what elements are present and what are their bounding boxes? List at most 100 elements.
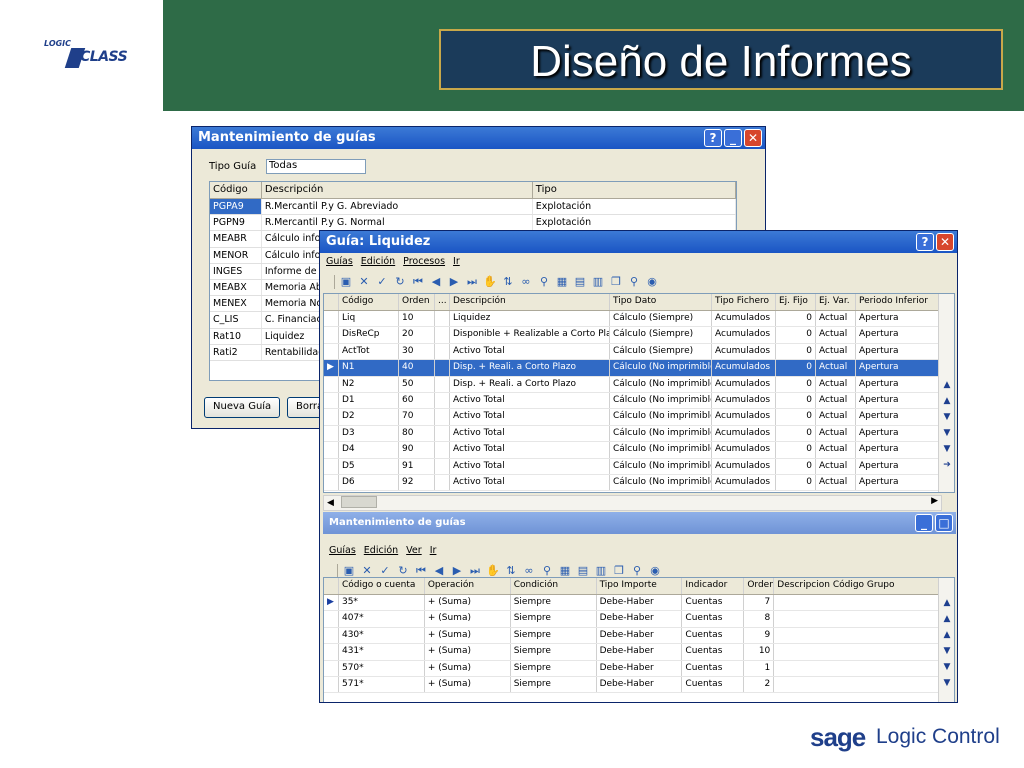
column-header[interactable]: Código o cuenta	[339, 578, 425, 594]
next-icon[interactable]: ▶	[450, 564, 464, 578]
filter-icon[interactable]: ⚲	[540, 564, 554, 578]
menu-item[interactable]: Guías	[329, 545, 356, 557]
menu-item[interactable]: Ir	[430, 545, 437, 557]
menu-item[interactable]: Edición	[361, 256, 395, 268]
table-row[interactable]: DisReCp 20 Disponible + Realizable a Corto…	[324, 327, 954, 344]
check-icon[interactable]: ✓	[378, 564, 392, 578]
zoom-icon[interactable]: ◉	[648, 564, 662, 578]
column-header[interactable]: Ej. Fijo	[776, 294, 816, 310]
export-icon[interactable]: ▥	[594, 564, 608, 578]
copy-icon[interactable]: ❐	[612, 564, 626, 578]
table-row[interactable]: 430* + (Suma) Siempre Debe-Haber Cuentas 9	[324, 627, 954, 645]
table-row[interactable]: D5 91 Activo Total Cálculo (No imprimible) A…	[324, 458, 954, 475]
delete-icon[interactable]: ✕	[360, 564, 374, 578]
refresh-icon[interactable]: ↻	[393, 275, 407, 289]
prev-icon[interactable]: ◀	[432, 564, 446, 578]
table-row[interactable]: ▶ N1 40 Disp. + Reali. a Corto Plazo Cálculo…	[324, 360, 954, 377]
column-header[interactable]: Periodo Inferior	[856, 294, 948, 310]
last-icon[interactable]: ⏭	[465, 275, 479, 289]
table-cell: Debe-Haber	[597, 676, 683, 693]
search-icon[interactable]: ⚲	[630, 564, 644, 578]
table-row[interactable]: 570* + (Suma) Siempre Debe-Haber Cuentas 1	[324, 660, 954, 677]
table-row[interactable]: D4 90 Activo Total Cálculo (No imprimible) A…	[324, 442, 954, 459]
column-header[interactable]: Orden	[744, 578, 775, 594]
column-header[interactable]: Descripcion Código Grupo	[774, 578, 954, 594]
hand-icon[interactable]: ✋	[486, 564, 500, 578]
grid-icon[interactable]: ▦	[555, 275, 569, 289]
menu-item[interactable]: Procesos	[403, 256, 445, 268]
link-icon[interactable]: ∞	[522, 564, 536, 578]
table-row[interactable]: N2 50 Disp. + Reali. a Corto Plazo Cálculo …	[324, 376, 954, 393]
sort-icon[interactable]: ⇅	[504, 564, 518, 578]
column-header[interactable]: Código	[210, 182, 262, 198]
save-icon[interactable]: ▣	[342, 564, 356, 578]
close-button[interactable]: ✕	[744, 129, 762, 147]
column-header[interactable]: Descripción	[450, 294, 610, 310]
column-header[interactable]: Tipo Fichero	[712, 294, 776, 310]
maximize-button[interactable]: □	[935, 514, 953, 532]
menu-item[interactable]: Edición	[364, 545, 398, 557]
zoom-icon[interactable]: ◉	[645, 275, 659, 289]
table-row[interactable]: Liq 10 Liquidez Cálculo (Siempre) Acumulados…	[324, 311, 954, 328]
table-cell: Apertura	[856, 474, 948, 491]
minimize-button[interactable]: _	[724, 129, 742, 147]
last-icon[interactable]: ⏭	[468, 564, 482, 578]
vertical-scrollbar[interactable]: ▲ ▲ ▲ ▼ ▼ ▼	[938, 578, 954, 702]
column-header[interactable]: ...	[435, 294, 450, 310]
export-icon[interactable]: ▥	[591, 275, 605, 289]
table-row[interactable]: 431* + (Suma) Siempre Debe-Haber Cuentas 10	[324, 644, 954, 661]
next-icon[interactable]: ▶	[447, 275, 461, 289]
link-icon[interactable]: ∞	[519, 275, 533, 289]
help-button[interactable]: ?	[916, 233, 934, 251]
column-header[interactable]: Tipo Importe	[597, 578, 683, 594]
new-guide-button[interactable]: Nueva Guía	[204, 397, 281, 418]
table-row[interactable]: 571* + (Suma) Siempre Debe-Haber Cuentas 2	[324, 676, 954, 694]
table-row[interactable]: PGPN9 R.Mercantil P.y G. Normal Explotació…	[210, 215, 736, 232]
check-icon[interactable]: ✓	[375, 275, 389, 289]
table-cell: Actual	[816, 409, 856, 425]
table-row[interactable]: D2 70 Activo Total Cálculo (No imprimible) A…	[324, 409, 954, 426]
vertical-scrollbar[interactable]: ▲ ▲ ▼ ▼ ▼ ➔	[938, 294, 954, 492]
table-row[interactable]: 407* + (Suma) Siempre Debe-Haber Cuentas 8	[324, 611, 954, 628]
table-row[interactable]: ▶ 35* + (Suma) Siempre Debe-Haber Cuentas 7	[324, 595, 954, 612]
copy-icon[interactable]: ❐	[609, 275, 623, 289]
column-header[interactable]: Tipo	[533, 182, 736, 198]
print-icon[interactable]: ▤	[576, 564, 590, 578]
column-header[interactable]: Código	[339, 294, 399, 310]
hand-icon[interactable]: ✋	[483, 275, 497, 289]
menu-item[interactable]: Ir	[453, 256, 460, 268]
table-cell: Cuentas	[682, 627, 745, 644]
table-cell: D2	[339, 409, 399, 425]
table-row[interactable]: D6 92 Activo Total Cálculo (No imprimible) A…	[324, 474, 954, 492]
refresh-icon[interactable]: ↻	[396, 564, 410, 578]
close-button[interactable]: ✕	[936, 233, 954, 251]
table-row[interactable]: D1 60 Activo Total Cálculo (No imprimible) A…	[324, 392, 954, 410]
sort-icon[interactable]: ⇅	[501, 275, 515, 289]
minimize-button[interactable]: _	[915, 514, 933, 532]
first-icon[interactable]: ⏮	[411, 275, 425, 289]
tipo-guia-input[interactable]: Todas	[266, 159, 366, 174]
menu-item[interactable]: Ver	[406, 545, 422, 557]
filter-icon[interactable]: ⚲	[537, 275, 551, 289]
horizontal-scrollbar[interactable]: ◀ ▶	[323, 495, 942, 511]
column-header[interactable]: Indicador	[682, 578, 745, 594]
print-icon[interactable]: ▤	[573, 275, 587, 289]
delete-icon[interactable]: ✕	[357, 275, 371, 289]
column-header[interactable]: Condición	[511, 578, 597, 594]
grid-icon[interactable]: ▦	[558, 564, 572, 578]
save-icon[interactable]: ▣	[339, 275, 353, 289]
prev-icon[interactable]: ◀	[429, 275, 443, 289]
table-row[interactable]: D3 80 Activo Total Cálculo (No imprimible) A…	[324, 425, 954, 443]
table-cell: Siempre	[511, 660, 597, 676]
help-button[interactable]: ?	[704, 129, 722, 147]
menu-item[interactable]: Guías	[326, 256, 353, 268]
search-icon[interactable]: ⚲	[627, 275, 641, 289]
column-header[interactable]: Tipo Dato	[610, 294, 712, 310]
first-icon[interactable]: ⏮	[414, 564, 428, 578]
column-header[interactable]: Operación	[425, 578, 511, 594]
column-header[interactable]: Descripción	[262, 182, 533, 198]
column-header[interactable]: Ej. Var.	[816, 294, 856, 310]
table-row[interactable]: ActTot 30 Activo Total Cálculo (Siempre) Acu…	[324, 343, 954, 361]
table-row[interactable]: PGPA9 R.Mercantil P.y G. Abreviado Explota…	[210, 199, 736, 216]
column-header[interactable]: Orden	[399, 294, 435, 310]
